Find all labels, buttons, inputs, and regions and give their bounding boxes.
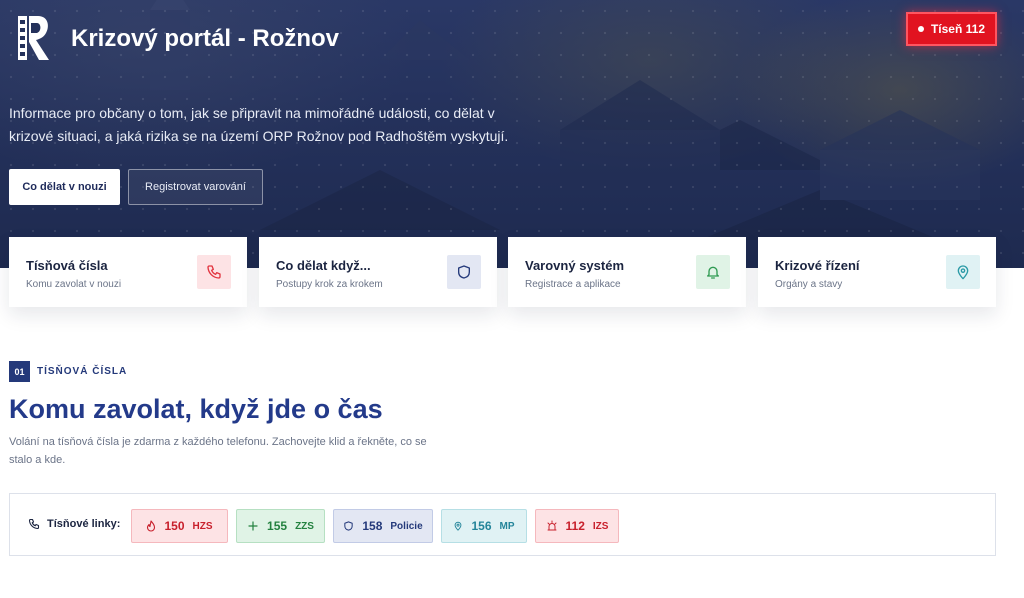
- line-number: 150: [164, 519, 185, 533]
- section-label: TÍSŇOVÁ ČÍSLA: [37, 366, 128, 377]
- register-warning-button[interactable]: Registrovat varování: [128, 169, 263, 205]
- portal-logo[interactable]: [16, 14, 52, 62]
- bell-icon: [696, 255, 730, 289]
- line-abbr: ZZS: [295, 520, 314, 532]
- line-number: 156: [471, 519, 492, 533]
- card-subtitle: Postupy krok za krokem: [276, 279, 383, 290]
- line-number: 158: [362, 519, 383, 533]
- plus-icon: [248, 521, 258, 531]
- section-number-badge: 01: [9, 361, 30, 382]
- section-description-line: stalo a kde.: [9, 454, 66, 466]
- section-title: Komu zavolat, když jde o čas: [9, 394, 383, 424]
- line-112-izs[interactable]: 112 IZS: [535, 509, 619, 543]
- card-title: Tísňová čísla: [26, 258, 108, 273]
- card-crisis-management[interactable]: Krizové řízení Orgány a stavy: [758, 237, 996, 307]
- what-to-do-button[interactable]: Co dělat v nouzi: [9, 169, 120, 205]
- hero-banner: Krizový portál - Rožnov Tíseň 112 Inform…: [0, 0, 1024, 268]
- map-pin-icon: [455, 521, 462, 531]
- card-subtitle: Komu zavolat v nouzi: [26, 279, 122, 290]
- line-155-zzs[interactable]: 155 ZZS: [236, 509, 325, 543]
- site-title[interactable]: Krizový portál - Rožnov: [71, 25, 339, 53]
- hero-intro-line: krizové situaci, a jaká rizika se na úze…: [9, 128, 509, 144]
- shield-icon: [447, 255, 481, 289]
- card-title: Co dělat když...: [276, 258, 371, 273]
- emergency-112-button[interactable]: Tíseň 112: [906, 12, 997, 46]
- phone-icon: [28, 518, 40, 530]
- card-subtitle: Orgány a stavy: [775, 279, 843, 290]
- line-number: 155: [267, 519, 288, 533]
- section-description: Volání na tísňová čísla je zdarma z každ…: [9, 433, 459, 469]
- map-pin-icon: [946, 255, 980, 289]
- card-warning-system[interactable]: Varovný systém Registrace a aplikace: [508, 237, 746, 307]
- siren-icon: [547, 520, 557, 531]
- emergency-button-label: Tíseň 112: [930, 22, 986, 36]
- line-abbr: MP: [499, 520, 515, 532]
- emergency-lines-label: Tísňové linky:: [28, 518, 120, 530]
- section-description-line: Volání na tísňová čísla je zdarma z každ…: [9, 436, 427, 448]
- emergency-lines-label-text: Tísňové linky:: [47, 518, 121, 530]
- line-156-mp[interactable]: 156 MP: [441, 509, 527, 543]
- line-158-policie[interactable]: 158 Policie: [333, 509, 433, 543]
- phone-icon: [197, 255, 231, 289]
- shield-icon: [344, 521, 354, 531]
- flame-icon: [147, 520, 156, 532]
- card-title: Varovný systém: [525, 258, 625, 273]
- card-emergency-numbers[interactable]: Tísňová čísla Komu zavolat v nouzi: [9, 237, 247, 307]
- hero-intro-line: Informace pro občany o tom, jak se připr…: [9, 105, 495, 121]
- line-abbr: HZS: [192, 520, 213, 532]
- line-abbr: IZS: [592, 520, 609, 532]
- card-title: Krizové řízení: [775, 258, 860, 273]
- line-abbr: Policie: [390, 520, 423, 532]
- status-dot-icon: [917, 26, 924, 32]
- emergency-lines-bar: Tísňové linky: 150 HZS 155 ZZS 158 Polic…: [9, 493, 996, 556]
- line-number: 112: [565, 519, 585, 533]
- line-150-hzs[interactable]: 150 HZS: [131, 509, 228, 543]
- card-subtitle: Registrace a aplikace: [525, 279, 621, 290]
- hero-intro-text: Informace pro občany o tom, jak se připr…: [9, 102, 539, 148]
- card-what-to-do[interactable]: Co dělat když... Postupy krok za krokem: [259, 237, 497, 307]
